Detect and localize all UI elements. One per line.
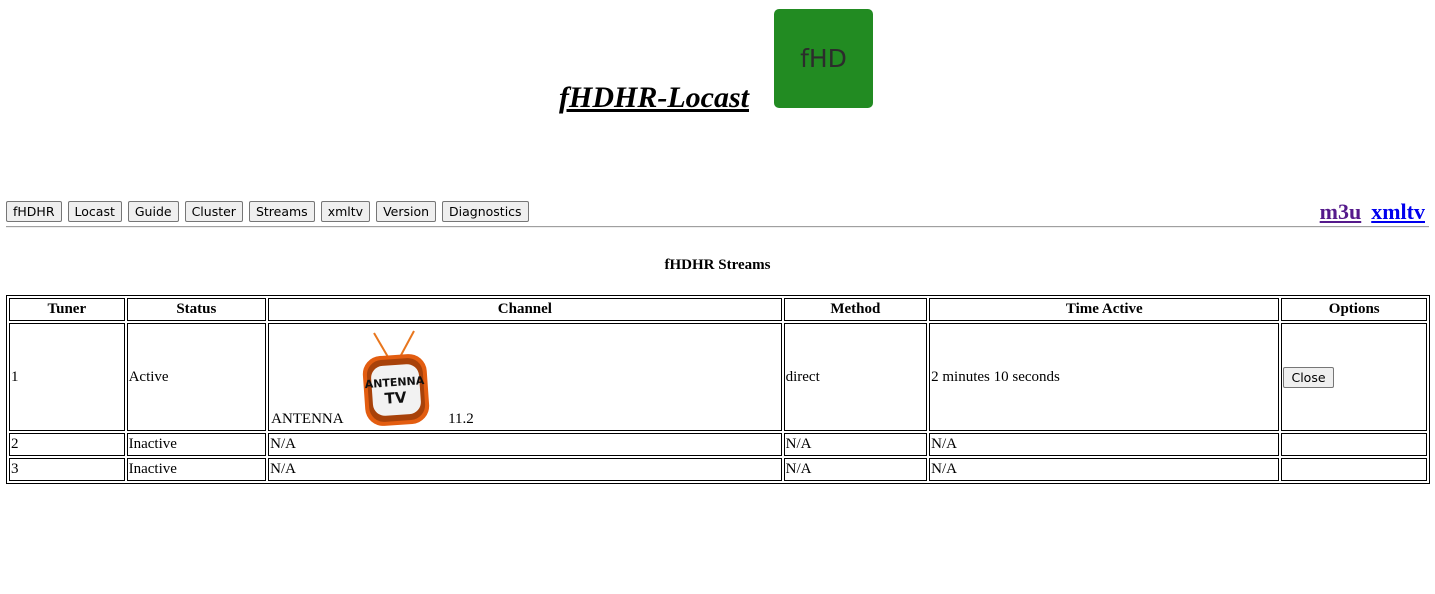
options-cell [1281,458,1427,481]
method-cell: direct [783,323,928,431]
nav-button-cluster[interactable]: Cluster [184,201,243,222]
m3u-link[interactable]: m3u [1320,199,1362,225]
method-cell: N/A [783,433,928,456]
header-options: Options [1281,298,1427,321]
tuner-cell: 1 [9,323,125,431]
time-active-cell: 2 minutes 10 seconds [929,323,1280,431]
site-title-link[interactable]: fHDHR-Locast [559,80,749,116]
header-divider [6,226,1429,228]
xmltv-link[interactable]: xmltv [1371,199,1425,225]
status-cell: Active [126,323,267,431]
channel-cell: N/A [268,433,782,456]
nav-button-streams[interactable]: Streams [248,201,315,222]
tuner-cell: 2 [9,433,125,456]
options-cell [1281,433,1427,456]
header-channel: Channel [268,298,782,321]
table-row: 1 Active ANTENNA ANTENNA TV 11.2 direct … [9,323,1427,431]
streams-table: Tuner Status Channel Method Time Active … [6,295,1430,484]
playlist-links: m3u xmltv [1320,199,1425,225]
channel-cell: N/A [268,458,782,481]
logo-text: fHD [800,44,847,73]
close-stream-button[interactable]: Close [1283,366,1334,388]
status-cell: Inactive [126,458,267,481]
options-cell: Close [1281,323,1427,431]
logo-lettering-bottom: TV [384,388,407,408]
time-active-cell: N/A [929,433,1280,456]
table-row: 2 Inactive N/A N/A N/A [9,433,1427,456]
method-cell: N/A [783,458,928,481]
channel-number: 11.2 [448,411,474,427]
nav-button-locast[interactable]: Locast [67,201,122,222]
time-active-cell: N/A [929,458,1280,481]
table-header-row: Tuner Status Channel Method Time Active … [9,298,1427,321]
nav-button-fhdhr[interactable]: fHDHR [6,201,62,222]
nav-button-xmltv[interactable]: xmltv [320,201,371,222]
tuner-cell: 3 [9,458,125,481]
antenna-tv-logo: ANTENNA TV [362,330,430,426]
section-title: fHDHR Streams [664,257,771,273]
table-row: 3 Inactive N/A N/A N/A [9,458,1427,481]
header-method: Method [783,298,928,321]
page-header: fHDHR-Locast fHD [0,0,1435,150]
nav-button-version[interactable]: Version [376,201,437,222]
main-nav: fHDHR Locast Guide Cluster Streams xmltv… [6,201,529,223]
fhdhr-logo[interactable]: fHD [774,9,873,108]
nav-button-guide[interactable]: Guide [127,201,179,222]
status-cell: Inactive [126,433,267,456]
nav-button-diagnostics[interactable]: Diagnostics [442,201,529,222]
header-time-active: Time Active [929,298,1280,321]
channel-cell: ANTENNA ANTENNA TV 11.2 [268,323,782,431]
header-status: Status [126,298,267,321]
header-tuner: Tuner [9,298,125,321]
channel-name: ANTENNA [271,411,344,427]
